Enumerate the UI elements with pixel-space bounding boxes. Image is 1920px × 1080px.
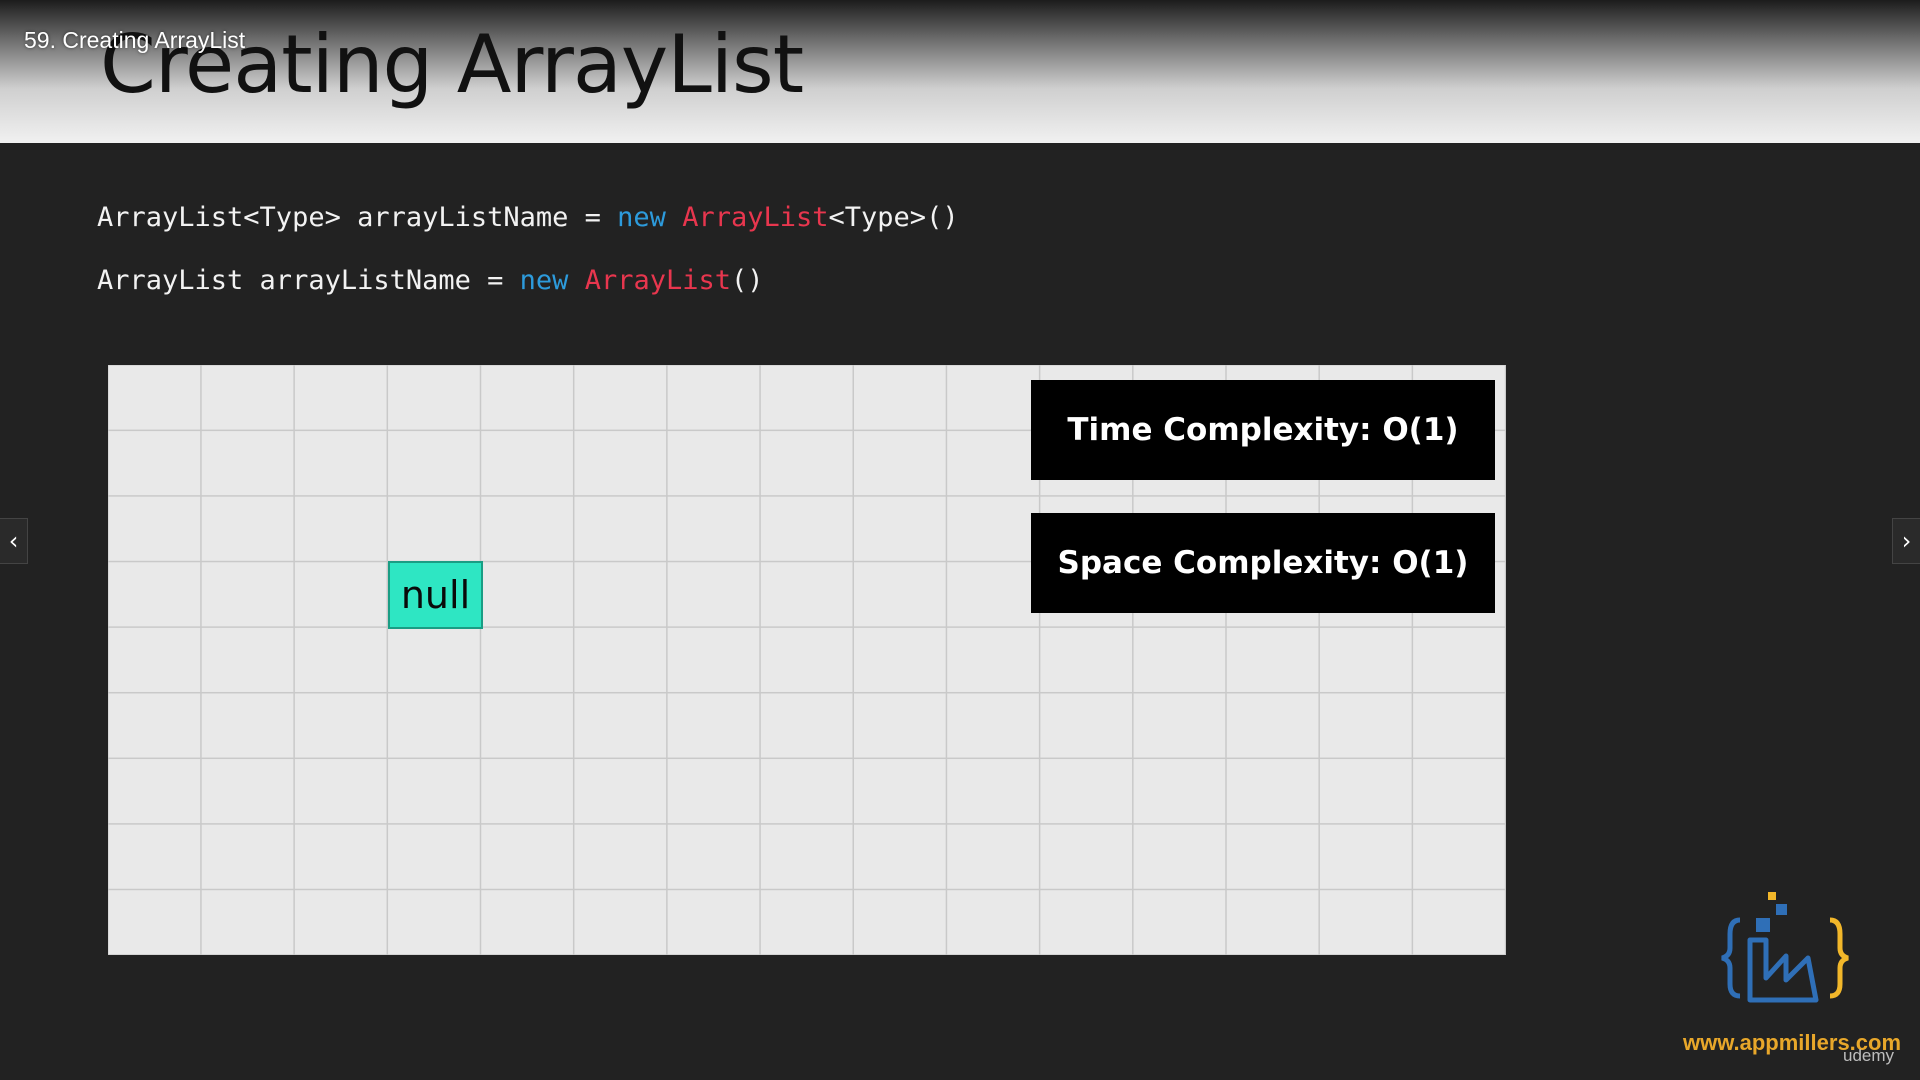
appmillers-logo-icon xyxy=(1721,892,1849,1003)
code-text: () xyxy=(731,265,764,296)
code-class-name: ArrayList xyxy=(584,265,731,296)
chevron-left-icon: ‹ xyxy=(8,527,19,555)
next-slide-button[interactable]: › xyxy=(1892,518,1920,564)
previous-slide-button[interactable]: ‹ xyxy=(0,518,28,564)
space-complexity-box: Space Complexity: O(1) xyxy=(1031,513,1495,613)
code-keyword: new xyxy=(519,265,569,296)
code-keyword: new xyxy=(617,202,666,233)
chevron-right-icon: › xyxy=(1901,527,1912,555)
code-line-raw: ArrayList arrayListName = new ArrayList(… xyxy=(97,265,764,296)
code-text: ArrayList<Type> arrayListName = xyxy=(97,202,618,233)
null-cell: null xyxy=(388,561,483,629)
time-complexity-box: Time Complexity: O(1) xyxy=(1031,380,1495,480)
code-text: ArrayList arrayListName = xyxy=(97,265,520,296)
code-text: <Type>() xyxy=(828,202,959,233)
udemy-watermark: udemy xyxy=(1843,1046,1895,1065)
lecture-title: 59. Creating ArrayList xyxy=(24,27,246,53)
code-class-name: ArrayList xyxy=(682,202,829,233)
code-line-generic: ArrayList<Type> arrayListName = new Arra… xyxy=(97,202,959,233)
